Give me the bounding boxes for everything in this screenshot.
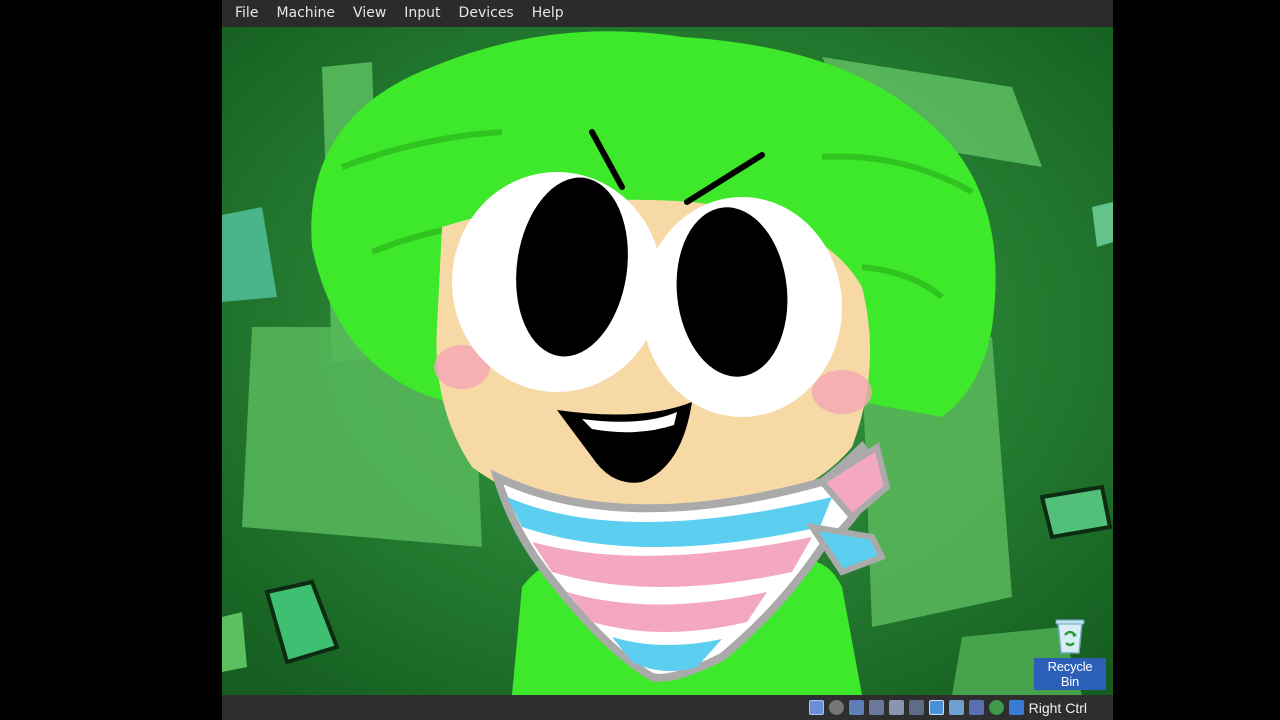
- display-icon[interactable]: [928, 700, 944, 715]
- menu-view[interactable]: View: [344, 0, 395, 27]
- network-icon[interactable]: [868, 700, 884, 715]
- menu-file[interactable]: File: [226, 0, 267, 27]
- cpu-icon[interactable]: [968, 700, 984, 715]
- menu-help[interactable]: Help: [523, 0, 573, 27]
- guest-screen[interactable]: Recycle Bin: [222, 27, 1113, 695]
- optical-drive-icon[interactable]: [828, 700, 844, 715]
- shared-folders-icon[interactable]: [908, 700, 924, 715]
- recycle-bin[interactable]: Recycle Bin: [1034, 615, 1106, 690]
- usb-icon[interactable]: [888, 700, 904, 715]
- menu-machine[interactable]: Machine: [267, 0, 344, 27]
- recycle-bin-label: Recycle Bin: [1034, 658, 1106, 690]
- virtualbox-vm-window: File Machine View Input Devices Help Rec…: [222, 0, 1113, 720]
- video-capture-icon[interactable]: [948, 700, 964, 715]
- keyboard-capture-icon[interactable]: [1008, 700, 1024, 715]
- menu-input[interactable]: Input: [395, 0, 449, 27]
- audio-icon[interactable]: [848, 700, 864, 715]
- menu-devices[interactable]: Devices: [450, 0, 523, 27]
- host-key-label: Right Ctrl: [1028, 699, 1087, 716]
- status-bar: Right Ctrl: [222, 695, 1113, 720]
- cartoon-wallpaper: [222, 27, 1113, 695]
- mouse-integration-icon[interactable]: [988, 700, 1004, 715]
- menu-bar: File Machine View Input Devices Help: [222, 0, 1113, 27]
- hard-disk-icon[interactable]: [808, 700, 824, 715]
- recycle-bin-icon: [1052, 615, 1088, 655]
